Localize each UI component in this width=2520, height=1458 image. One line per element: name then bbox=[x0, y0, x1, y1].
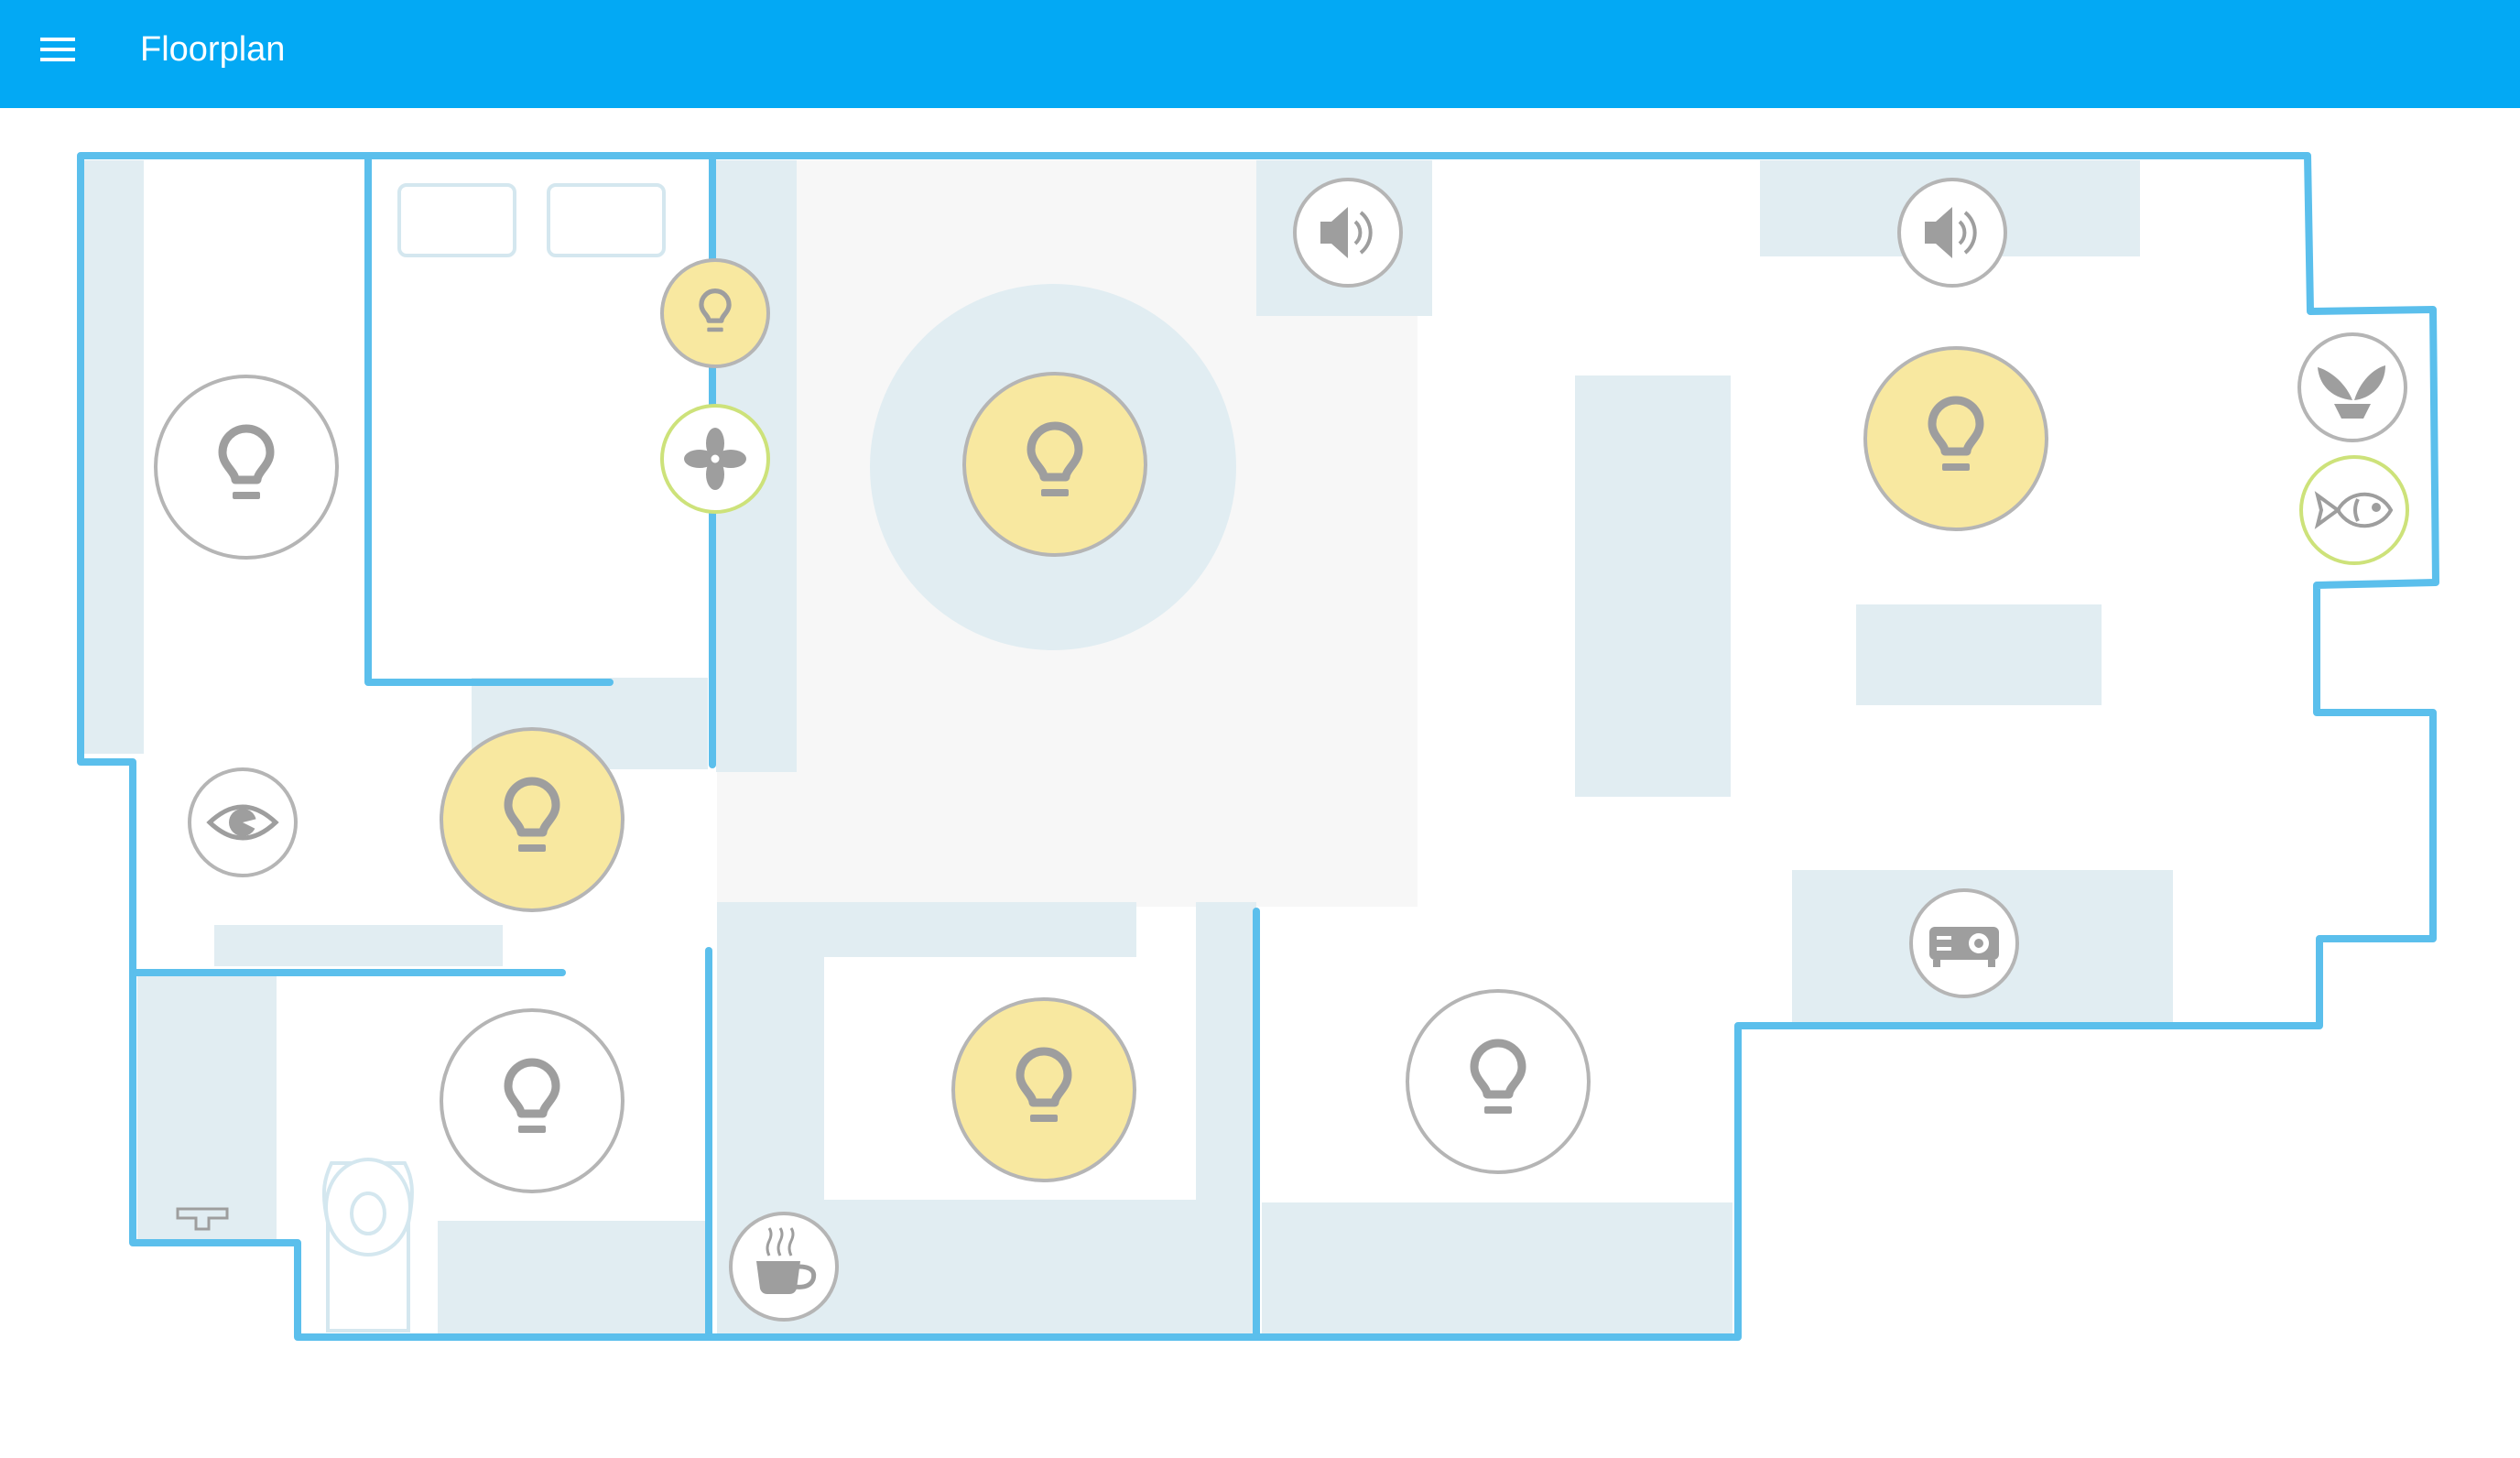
speaker-dining[interactable] bbox=[1897, 178, 2007, 288]
projector[interactable] bbox=[1909, 888, 2019, 998]
menu-button[interactable] bbox=[27, 26, 90, 73]
light-hallway[interactable] bbox=[154, 375, 339, 560]
coffee-machine[interactable] bbox=[729, 1212, 839, 1322]
motion-sensor[interactable] bbox=[188, 767, 298, 877]
plant-sensor[interactable] bbox=[2297, 332, 2407, 442]
light-entrance[interactable] bbox=[440, 727, 625, 912]
light-living-center[interactable] bbox=[962, 372, 1147, 557]
page-title: Floorplan bbox=[140, 30, 286, 69]
light-office[interactable] bbox=[1406, 989, 1591, 1174]
light-bedroom-bedside[interactable] bbox=[660, 258, 770, 368]
aquarium[interactable] bbox=[2299, 455, 2409, 565]
light-dining[interactable] bbox=[1863, 346, 2048, 531]
floorplan bbox=[77, 152, 2439, 1341]
light-kitchen[interactable] bbox=[951, 997, 1136, 1182]
app-header: Floorplan bbox=[0, 0, 2520, 108]
pillows bbox=[397, 183, 666, 257]
light-bathroom[interactable] bbox=[440, 1008, 625, 1193]
speaker-living[interactable] bbox=[1293, 178, 1403, 288]
fan-bedroom[interactable] bbox=[660, 404, 770, 514]
